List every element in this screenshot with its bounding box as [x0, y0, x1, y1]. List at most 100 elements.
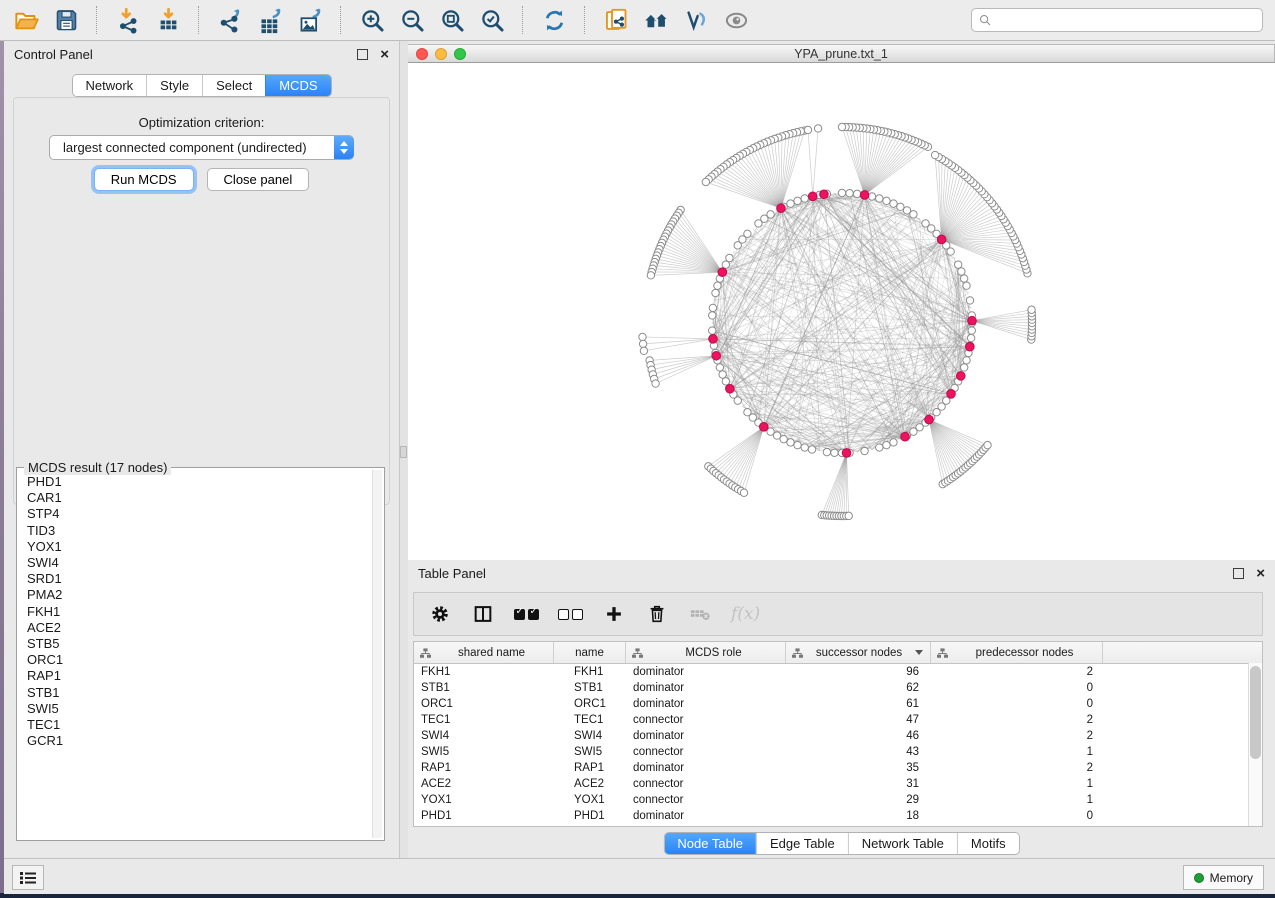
- table-row[interactable]: STB1STB1dominator620: [414, 680, 1262, 696]
- tab-style[interactable]: Style: [146, 75, 202, 96]
- mcds-result-item[interactable]: SWI4: [27, 555, 372, 571]
- save-session-icon[interactable]: [46, 3, 86, 37]
- float-table-panel-icon[interactable]: [1233, 568, 1244, 579]
- tab-motifs[interactable]: Motifs: [957, 833, 1019, 854]
- memory-button[interactable]: Memory: [1183, 865, 1264, 890]
- mcds-result-item[interactable]: ORC1: [27, 652, 372, 668]
- cell-MCDS-role: dominator: [626, 698, 786, 710]
- mcds-result-item[interactable]: CAR1: [27, 490, 372, 506]
- homes-icon[interactable]: [636, 3, 676, 37]
- zoom-in-icon[interactable]: [352, 3, 392, 37]
- column-header-MCDS-role[interactable]: MCDS role: [626, 642, 786, 663]
- select-all-icon[interactable]: [514, 601, 539, 627]
- import-table-icon[interactable]: [148, 3, 188, 37]
- run-mcds-button[interactable]: Run MCDS: [94, 168, 194, 191]
- cell-name: SWI5: [554, 746, 626, 758]
- mcds-result-item[interactable]: RAP1: [27, 668, 372, 684]
- table-row[interactable]: RAP1RAP1dominator352: [414, 760, 1262, 776]
- delete-column-icon[interactable]: [645, 601, 669, 627]
- column-header-name[interactable]: name: [554, 642, 626, 663]
- graph-node: [719, 371, 726, 378]
- refresh-icon[interactable]: [534, 3, 574, 37]
- zoom-fit-icon[interactable]: [432, 3, 472, 37]
- cell-MCDS-role: dominator: [626, 682, 786, 694]
- float-panel-icon[interactable]: [357, 49, 368, 60]
- graph-hub-node: [759, 423, 768, 432]
- memory-status-icon: [1194, 873, 1204, 883]
- tab-node-table[interactable]: Node Table: [664, 833, 756, 854]
- mcds-result-item[interactable]: PMA2: [27, 587, 372, 603]
- tab-network[interactable]: Network: [72, 75, 146, 96]
- mcds-result-item[interactable]: FKH1: [27, 604, 372, 620]
- search-box[interactable]: [971, 8, 1263, 32]
- cell-shared-name: FKH1: [414, 666, 554, 678]
- column-header-shared-name[interactable]: shared name: [414, 642, 554, 663]
- table-scrollbar[interactable]: [1248, 663, 1262, 826]
- table-panel-title: Table Panel: [418, 566, 1233, 581]
- cell-predecessor-nodes: 1: [931, 778, 1103, 790]
- panel-splitter[interactable]: [400, 41, 408, 858]
- mcds-result-item[interactable]: SWI5: [27, 701, 372, 717]
- deselect-all-icon[interactable]: [558, 601, 583, 627]
- table-row[interactable]: SWI4SWI4dominator462: [414, 728, 1262, 744]
- open-file-icon[interactable]: [6, 3, 46, 37]
- graph-node: [853, 190, 860, 197]
- graph-satellite-node: [984, 441, 991, 448]
- table-row[interactable]: ACE2ACE2connector311: [414, 776, 1262, 792]
- search-input[interactable]: [996, 12, 1256, 28]
- table-row[interactable]: SWI5SWI5connector431: [414, 744, 1262, 760]
- cell-MCDS-role: dominator: [626, 810, 786, 822]
- mcds-result-item[interactable]: SRD1: [27, 571, 372, 587]
- mcds-list-scrollbar[interactable]: [372, 470, 382, 838]
- graph-hub-node: [956, 372, 965, 381]
- table-scrollbar-thumb[interactable]: [1250, 666, 1261, 759]
- share-document-icon[interactable]: [596, 3, 636, 37]
- close-panel-button[interactable]: Close panel: [207, 168, 310, 191]
- graph-node: [780, 435, 787, 442]
- zoom-selected-icon[interactable]: [472, 3, 512, 37]
- close-panel-icon[interactable]: ×: [380, 50, 389, 59]
- network-canvas[interactable]: [408, 62, 1275, 560]
- add-column-icon[interactable]: [602, 601, 626, 627]
- hide-details-icon[interactable]: [676, 3, 716, 37]
- optimization-criterion-select[interactable]: largest connected component (undirected): [49, 135, 354, 160]
- table-row[interactable]: TEC1TEC1connector472: [414, 712, 1262, 728]
- mcds-result-item[interactable]: STP4: [27, 506, 372, 522]
- table-row[interactable]: PHD1PHD1dominator180: [414, 808, 1262, 824]
- tab-edge-table[interactable]: Edge Table: [756, 833, 848, 854]
- table-row[interactable]: FKH1FKH1dominator962: [414, 664, 1262, 680]
- table-row[interactable]: YOX1YOX1connector291: [414, 792, 1262, 808]
- tab-network-table[interactable]: Network Table: [848, 833, 957, 854]
- graph-node: [787, 200, 794, 207]
- export-image-icon[interactable]: [290, 3, 330, 37]
- mcds-result-item[interactable]: PHD1: [27, 474, 372, 490]
- graph-satellite-node: [931, 151, 938, 158]
- export-table-icon[interactable]: [250, 3, 290, 37]
- export-network-icon[interactable]: [210, 3, 250, 37]
- graph-satellite-node: [640, 347, 647, 354]
- mcds-result-item[interactable]: GCR1: [27, 733, 372, 749]
- graph-hub-node: [860, 191, 869, 200]
- mcds-result-item[interactable]: STB5: [27, 636, 372, 652]
- tab-select[interactable]: Select: [202, 75, 265, 96]
- network-graph[interactable]: [408, 63, 1275, 561]
- columns-icon[interactable]: [471, 601, 495, 627]
- mcds-result-item[interactable]: TID3: [27, 523, 372, 539]
- mcds-result-item[interactable]: ACE2: [27, 620, 372, 636]
- table-row[interactable]: ORC1ORC1dominator610: [414, 696, 1262, 712]
- automation-list-button[interactable]: [12, 865, 44, 890]
- splitter-grip[interactable]: [400, 446, 407, 458]
- column-header-successor-nodes[interactable]: successor nodes: [786, 642, 931, 663]
- import-network-icon[interactable]: [108, 3, 148, 37]
- mcds-result-item[interactable]: STB1: [27, 685, 372, 701]
- column-header-predecessor-nodes[interactable]: predecessor nodes: [931, 642, 1103, 663]
- mcds-result-item[interactable]: TEC1: [27, 717, 372, 733]
- gear-icon[interactable]: [428, 601, 452, 627]
- zoom-out-icon[interactable]: [392, 3, 432, 37]
- graph-node: [808, 446, 815, 453]
- mcds-result-item[interactable]: YOX1: [27, 539, 372, 555]
- close-table-panel-icon[interactable]: ×: [1256, 569, 1265, 578]
- tab-mcds[interactable]: MCDS: [265, 75, 330, 96]
- graph-satellite-node: [804, 126, 811, 133]
- eye-icon[interactable]: [716, 3, 756, 37]
